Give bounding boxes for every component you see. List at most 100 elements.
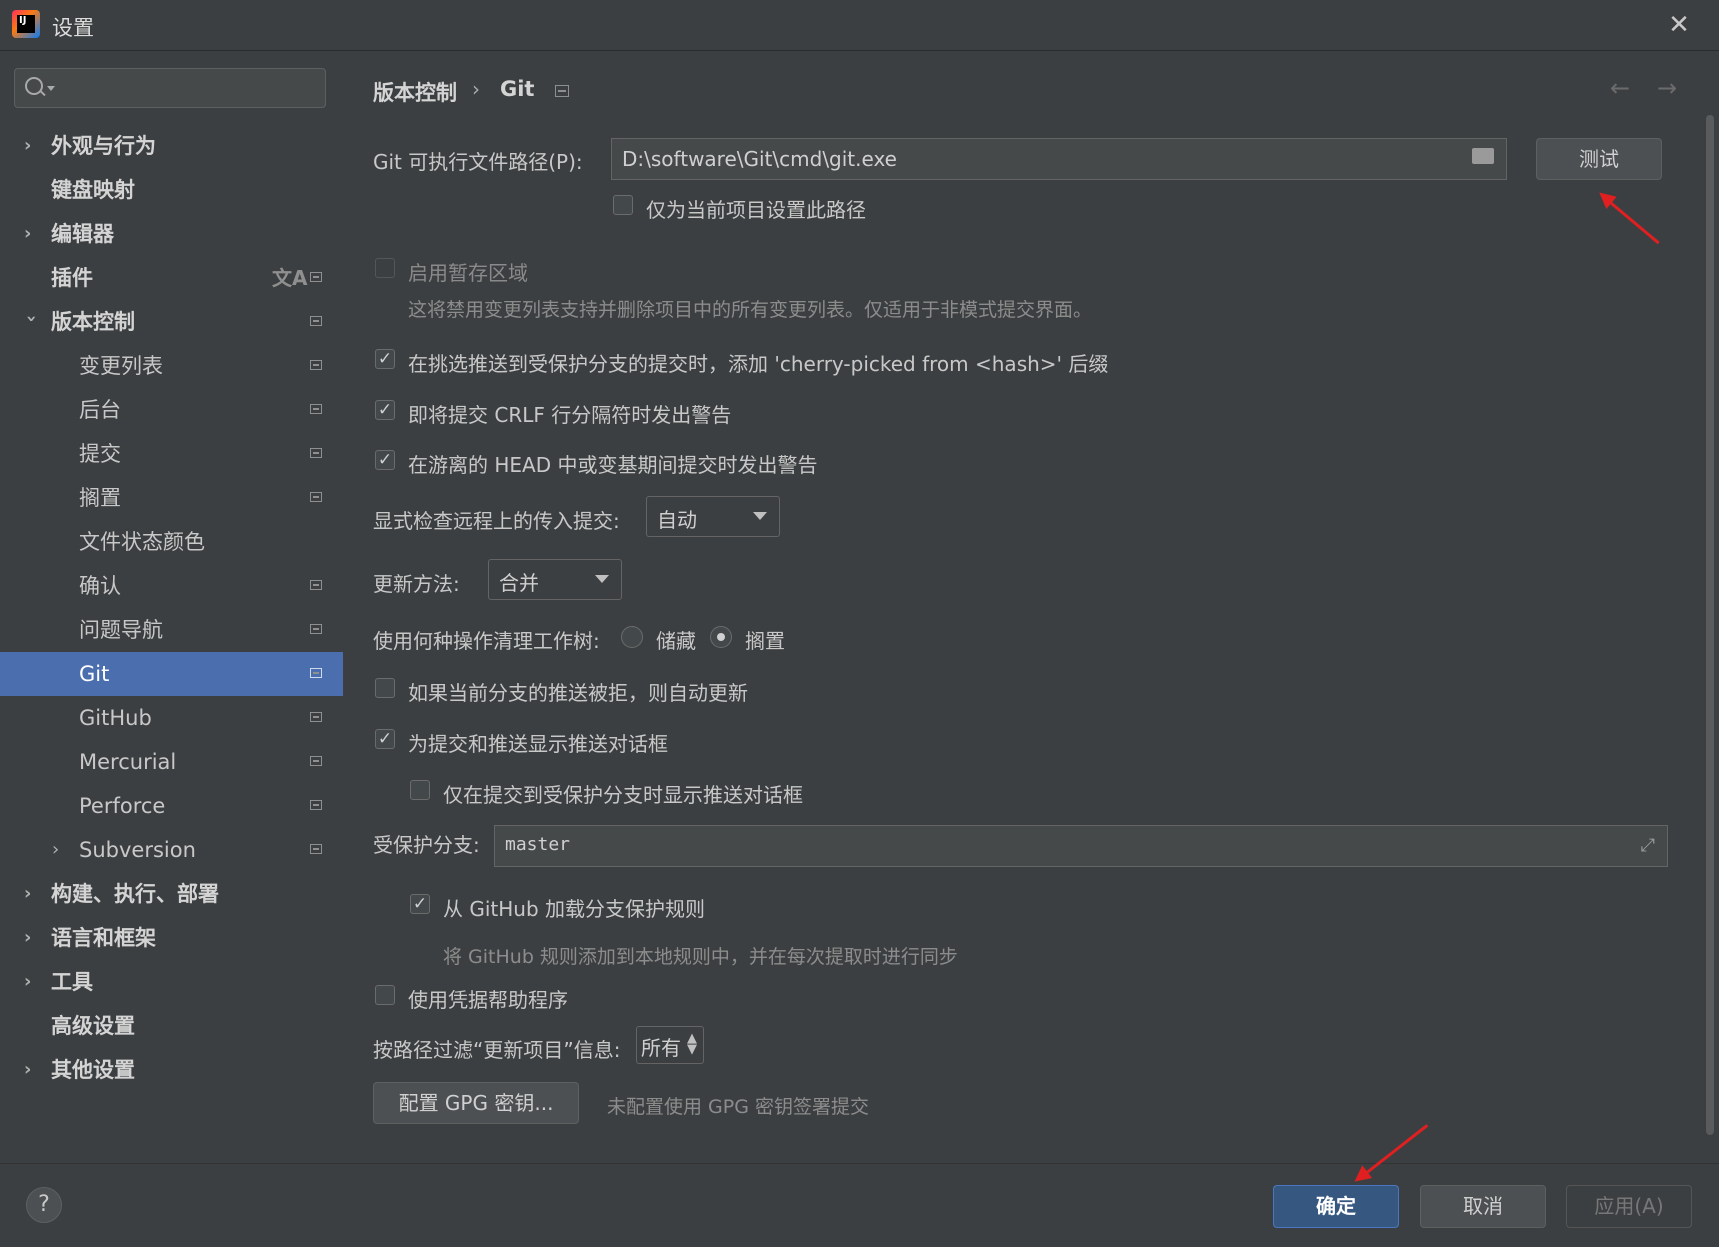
- project-scope-icon: [310, 272, 322, 282]
- breadcrumb-parent[interactable]: 版本控制: [373, 77, 457, 107]
- project-only-checkbox[interactable]: [613, 195, 633, 215]
- sidebar-item-advanced[interactable]: 高级设置: [0, 1004, 343, 1048]
- incoming-commits-select[interactable]: 自动: [646, 496, 780, 537]
- sidebar-item-label: 外观与行为: [51, 134, 156, 158]
- sidebar-item-label: 版本控制: [51, 310, 135, 334]
- shelve-radio[interactable]: [710, 626, 732, 648]
- sidebar-item-label: 工具: [51, 970, 93, 994]
- sidebar-item-label: Mercurial: [79, 750, 177, 774]
- project-only-label: 仅为当前项目设置此路径: [646, 198, 866, 222]
- expand-icon[interactable]: ⤢: [1641, 835, 1655, 856]
- chevron-down-icon[interactable]: ›: [9, 315, 53, 329]
- push-dialog-checkbox[interactable]: ✓: [375, 729, 395, 749]
- sidebar-item-plugins[interactable]: 插件 文A: [0, 256, 343, 300]
- filter-value: 所有: [641, 1036, 681, 1060]
- sidebar-item-appearance[interactable]: › 外观与行为: [0, 124, 343, 168]
- chevron-right-icon[interactable]: ›: [24, 872, 38, 916]
- project-scope-icon: [310, 800, 322, 810]
- sidebar-item-file-status-colors[interactable]: 文件状态颜色: [0, 520, 343, 564]
- gpg-hint: 未配置使用 GPG 密钥签署提交: [607, 1096, 869, 1118]
- project-scope-icon: [310, 316, 322, 326]
- filter-label: 按路径过滤“更新项目”信息:: [373, 1038, 621, 1062]
- configure-gpg-button[interactable]: 配置 GPG 密钥...: [373, 1082, 579, 1124]
- sidebar-item-version-control[interactable]: › 版本控制: [0, 300, 343, 344]
- scrollbar[interactable]: [1706, 115, 1714, 1135]
- search-input[interactable]: [14, 68, 326, 108]
- search-options-caret-icon[interactable]: [47, 86, 55, 91]
- cherry-pick-checkbox[interactable]: ✓: [375, 349, 395, 369]
- stash-radio[interactable]: [621, 626, 643, 648]
- folder-icon[interactable]: [1472, 148, 1494, 164]
- spinner-arrows-icon: ▲ ▼: [687, 1031, 697, 1057]
- translate-icon: 文A: [272, 266, 308, 290]
- sidebar-item-build[interactable]: › 构建、执行、部署: [0, 872, 343, 916]
- sidebar-item-issue-navigation[interactable]: 问题导航: [0, 608, 343, 652]
- sidebar-item-tools[interactable]: › 工具: [0, 960, 343, 1004]
- sidebar-item-git[interactable]: Git: [0, 652, 343, 696]
- project-scope-icon: [310, 844, 322, 854]
- help-button[interactable]: ?: [26, 1187, 62, 1223]
- credential-helper-label: 使用凭据帮助程序: [408, 988, 568, 1012]
- sidebar-item-editor[interactable]: › 编辑器: [0, 212, 343, 256]
- sidebar-item-shelf[interactable]: 搁置: [0, 476, 343, 520]
- cancel-button[interactable]: 取消: [1420, 1185, 1546, 1228]
- credential-helper-checkbox[interactable]: [375, 985, 395, 1005]
- search-icon: [25, 77, 43, 95]
- sidebar-item-label: GitHub: [79, 706, 152, 730]
- github-rules-hint: 将 GitHub 规则添加到本地规则中，并在每次提取时进行同步: [443, 946, 958, 968]
- chevron-right-icon[interactable]: ›: [24, 960, 38, 1004]
- shelve-label: 搁置: [745, 629, 785, 653]
- sidebar-item-perforce[interactable]: Perforce: [0, 784, 343, 828]
- chevron-right-icon[interactable]: ›: [52, 828, 66, 872]
- stash-label: 储藏: [656, 629, 696, 653]
- close-icon[interactable]: ✕: [1664, 10, 1694, 40]
- sidebar-item-subversion[interactable]: › Subversion: [0, 828, 343, 872]
- sidebar-item-label: Perforce: [79, 794, 166, 818]
- dropdown-arrow-icon: [753, 512, 767, 520]
- sidebar-item-label: 后台: [79, 398, 121, 422]
- staging-label: 启用暂存区域: [408, 261, 528, 285]
- sidebar-item-label: 构建、执行、部署: [51, 882, 219, 906]
- apply-button[interactable]: 应用(A): [1566, 1185, 1692, 1228]
- github-rules-checkbox[interactable]: ✓: [410, 894, 430, 914]
- sidebar-item-background[interactable]: 后台: [0, 388, 343, 432]
- sidebar-item-confirmation[interactable]: 确认: [0, 564, 343, 608]
- sidebar-item-label: 其他设置: [51, 1058, 135, 1082]
- test-button[interactable]: 测试: [1536, 138, 1662, 180]
- chevron-right-icon[interactable]: ›: [24, 916, 38, 960]
- staging-checkbox[interactable]: [375, 258, 395, 278]
- sidebar-item-changelists[interactable]: 变更列表: [0, 344, 343, 388]
- chevron-right-icon[interactable]: ›: [24, 1048, 38, 1092]
- sidebar-item-label: 变更列表: [79, 354, 163, 378]
- github-rules-label: 从 GitHub 加载分支保护规则: [443, 897, 706, 921]
- detached-head-checkbox[interactable]: ✓: [375, 450, 395, 470]
- push-dialog-protected-checkbox[interactable]: [410, 780, 430, 800]
- git-path-input[interactable]: D:\software\Git\cmd\git.exe: [611, 138, 1507, 180]
- protected-branches-input[interactable]: master ⤢: [494, 825, 1668, 867]
- auto-update-checkbox[interactable]: [375, 678, 395, 698]
- project-scope-icon: [310, 448, 322, 458]
- sidebar-item-other[interactable]: › 其他设置: [0, 1048, 343, 1092]
- sidebar-item-keymap[interactable]: 键盘映射: [0, 168, 343, 212]
- push-dialog-protected-label: 仅在提交到受保护分支时显示推送对话框: [443, 783, 803, 807]
- filter-select[interactable]: 所有 ▲ ▼: [636, 1026, 704, 1064]
- sidebar-item-label: 插件: [51, 266, 93, 290]
- sidebar-item-languages[interactable]: › 语言和框架: [0, 916, 343, 960]
- breadcrumb-current: Git: [500, 77, 535, 101]
- clean-tree-label: 使用何种操作清理工作树:: [373, 629, 600, 653]
- sidebar-item-commit[interactable]: 提交: [0, 432, 343, 476]
- project-scope-icon: [310, 668, 322, 678]
- chevron-right-icon[interactable]: ›: [24, 124, 38, 168]
- forward-arrow-icon[interactable]: →: [1657, 74, 1677, 102]
- app-logo-text: IJ: [19, 15, 27, 26]
- sidebar-item-mercurial[interactable]: Mercurial: [0, 740, 343, 784]
- back-arrow-icon[interactable]: ←: [1610, 74, 1630, 102]
- cherry-pick-label: 在挑选推送到受保护分支的提交时，添加 'cherry-picked from <…: [408, 352, 1109, 376]
- protected-branches-value: master: [505, 834, 571, 855]
- chevron-right-icon[interactable]: ›: [24, 212, 38, 256]
- sidebar-item-github[interactable]: GitHub: [0, 696, 343, 740]
- sidebar-item-label: 高级设置: [51, 1014, 135, 1038]
- ok-button[interactable]: 确定: [1273, 1185, 1399, 1228]
- update-method-select[interactable]: 合并: [488, 559, 622, 600]
- crlf-checkbox[interactable]: ✓: [375, 400, 395, 420]
